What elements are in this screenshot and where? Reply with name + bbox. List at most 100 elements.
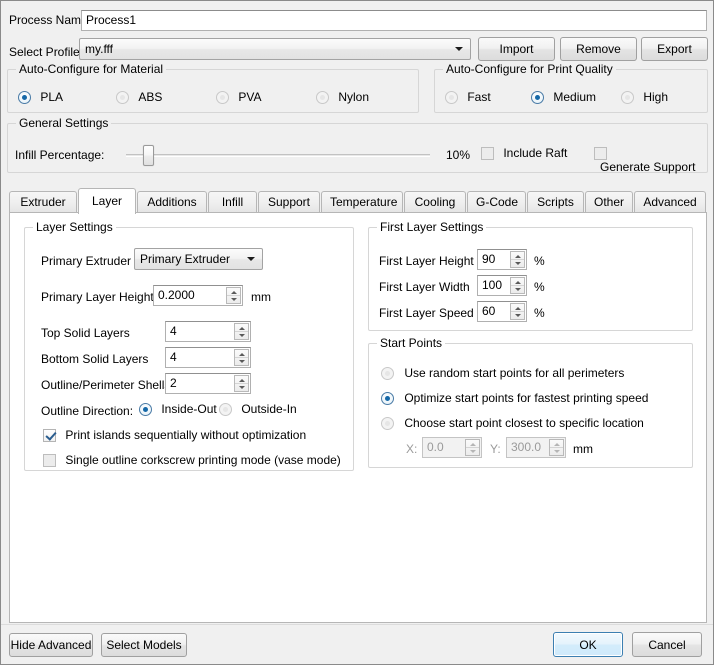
primary-layer-height-value: 0.2000 xyxy=(158,286,195,305)
quality-radio-fast[interactable]: Fast xyxy=(445,90,491,104)
stepper-buttons[interactable] xyxy=(510,251,525,268)
primary-layer-height-unit: mm xyxy=(251,290,271,304)
infill-slider-track[interactable] xyxy=(126,154,430,157)
checkbox-icon xyxy=(594,147,607,160)
primary-layer-height-label: Primary Layer Height xyxy=(41,290,154,304)
quality-radio-high[interactable]: High xyxy=(621,90,668,104)
stepper-buttons[interactable] xyxy=(234,323,249,340)
print-quality-groupbox: Auto-Configure for Print Quality Fast Me… xyxy=(434,69,708,113)
include-raft-label: Include Raft xyxy=(503,146,567,160)
radio-icon xyxy=(381,417,394,430)
tab-scripts[interactable]: Scripts xyxy=(527,191,584,213)
tab-cooling[interactable]: Cooling xyxy=(404,191,466,213)
tab-support[interactable]: Support xyxy=(258,191,320,213)
radio-icon xyxy=(445,91,458,104)
select-profile-dropdown[interactable]: my.fff xyxy=(79,38,471,60)
checkbox-icon xyxy=(43,429,56,442)
stepper-down-icon[interactable] xyxy=(511,311,524,319)
generate-support-label: Generate Support xyxy=(600,160,695,174)
tab-infill[interactable]: Infill xyxy=(208,191,257,213)
remove-button[interactable]: Remove xyxy=(560,37,637,61)
stepper-down-icon[interactable] xyxy=(235,357,248,365)
bottom-solid-layers-stepper[interactable]: 4 xyxy=(165,347,251,368)
material-groupbox: Auto-Configure for Material PLA ABS PVA … xyxy=(7,69,419,113)
tab-other[interactable]: Other xyxy=(585,191,633,213)
stepper-down-icon[interactable] xyxy=(511,285,524,293)
start-point-x-stepper[interactable]: 0.0 xyxy=(422,437,482,458)
layer-settings-groupbox: Layer Settings Primary Extruder Primary … xyxy=(24,227,354,471)
start-point-radio-random[interactable]: Use random start points for all perimete… xyxy=(381,366,624,380)
first-layer-height-value: 90 xyxy=(482,250,495,269)
first-layer-width-stepper[interactable]: 100 xyxy=(477,275,527,296)
start-point-radio-optimize[interactable]: Optimize start points for fastest printi… xyxy=(381,391,648,405)
top-solid-layers-value: 4 xyxy=(170,322,177,341)
first-layer-speed-stepper[interactable]: 60 xyxy=(477,301,527,322)
tab-temperature[interactable]: Temperature xyxy=(321,191,403,213)
start-point-y-value: 300.0 xyxy=(511,438,541,457)
start-point-label-closest: Choose start point closest to specific l… xyxy=(404,416,643,430)
stepper-down-icon[interactable] xyxy=(227,295,240,303)
material-radio-pva[interactable]: PVA xyxy=(216,90,261,104)
material-group-title: Auto-Configure for Material xyxy=(16,62,166,76)
export-button[interactable]: Export xyxy=(641,37,708,61)
material-radio-nylon[interactable]: Nylon xyxy=(316,90,369,104)
process-name-input[interactable]: Process1 xyxy=(81,10,707,31)
stepper-buttons[interactable] xyxy=(234,349,249,366)
tab-gcode[interactable]: G-Code xyxy=(467,191,526,213)
stepper-buttons[interactable] xyxy=(549,439,564,456)
stepper-buttons[interactable] xyxy=(510,277,525,294)
hide-advanced-button[interactable]: Hide Advanced xyxy=(9,633,93,657)
vase-mode-checkbox[interactable]: Single outline corkscrew printing mode (… xyxy=(43,453,341,467)
select-models-button[interactable]: Select Models xyxy=(101,633,187,657)
stepper-buttons[interactable] xyxy=(226,287,241,304)
cancel-button[interactable]: Cancel xyxy=(632,632,702,657)
radio-icon xyxy=(139,403,152,416)
stepper-buttons[interactable] xyxy=(465,439,480,456)
outline-direction-radio-inside-out[interactable]: Inside-Out xyxy=(139,402,217,416)
primary-extruder-dropdown[interactable]: Primary Extruder xyxy=(134,248,263,270)
checkbox-icon xyxy=(481,147,494,160)
first-layer-height-stepper[interactable]: 90 xyxy=(477,249,527,270)
start-point-label-optimize: Optimize start points for fastest printi… xyxy=(404,391,648,405)
stepper-buttons[interactable] xyxy=(234,375,249,392)
layer-settings-title: Layer Settings xyxy=(33,220,116,234)
top-solid-layers-stepper[interactable]: 4 xyxy=(165,321,251,342)
infill-slider-thumb[interactable] xyxy=(143,145,154,166)
tab-additions[interactable]: Additions xyxy=(137,191,207,213)
generate-support-checkbox[interactable]: Generate Support xyxy=(594,146,707,174)
material-radio-abs[interactable]: ABS xyxy=(116,90,162,104)
radio-icon xyxy=(18,91,31,104)
start-point-y-stepper[interactable]: 300.0 xyxy=(506,437,566,458)
quality-radio-medium[interactable]: Medium xyxy=(531,90,596,104)
ok-button[interactable]: OK xyxy=(553,632,623,657)
outline-direction-radio-outside-in[interactable]: Outside-In xyxy=(219,402,297,416)
start-point-radio-closest[interactable]: Choose start point closest to specific l… xyxy=(381,416,644,430)
radio-icon xyxy=(219,403,232,416)
radio-icon xyxy=(531,91,544,104)
start-point-x-value: 0.0 xyxy=(427,438,444,457)
stepper-down-icon[interactable] xyxy=(235,331,248,339)
print-islands-checkbox[interactable]: Print islands sequentially without optim… xyxy=(43,428,306,442)
import-button[interactable]: Import xyxy=(478,37,555,61)
general-settings-title: General Settings xyxy=(16,116,111,130)
tab-extruder[interactable]: Extruder xyxy=(9,191,77,213)
chevron-down-icon xyxy=(455,47,463,51)
top-solid-layers-label: Top Solid Layers xyxy=(41,326,130,340)
stepper-down-icon[interactable] xyxy=(235,383,248,391)
stepper-down-icon[interactable] xyxy=(466,447,479,455)
stepper-down-icon[interactable] xyxy=(550,447,563,455)
include-raft-checkbox[interactable]: Include Raft xyxy=(481,146,567,160)
stepper-buttons[interactable] xyxy=(510,303,525,320)
select-profile-value: my.fff xyxy=(85,42,113,56)
stepper-down-icon[interactable] xyxy=(511,259,524,267)
start-point-label-random: Use random start points for all perimete… xyxy=(404,366,624,380)
material-radio-pla[interactable]: PLA xyxy=(18,90,63,104)
tab-advanced[interactable]: Advanced xyxy=(634,191,706,213)
tab-layer[interactable]: Layer xyxy=(78,188,136,214)
start-points-title: Start Points xyxy=(377,336,445,350)
checkbox-icon xyxy=(43,454,56,467)
radio-icon xyxy=(116,91,129,104)
outline-perimeter-shells-stepper[interactable]: 2 xyxy=(165,373,251,394)
primary-layer-height-stepper[interactable]: 0.2000 xyxy=(153,285,243,306)
radio-icon xyxy=(381,392,394,405)
